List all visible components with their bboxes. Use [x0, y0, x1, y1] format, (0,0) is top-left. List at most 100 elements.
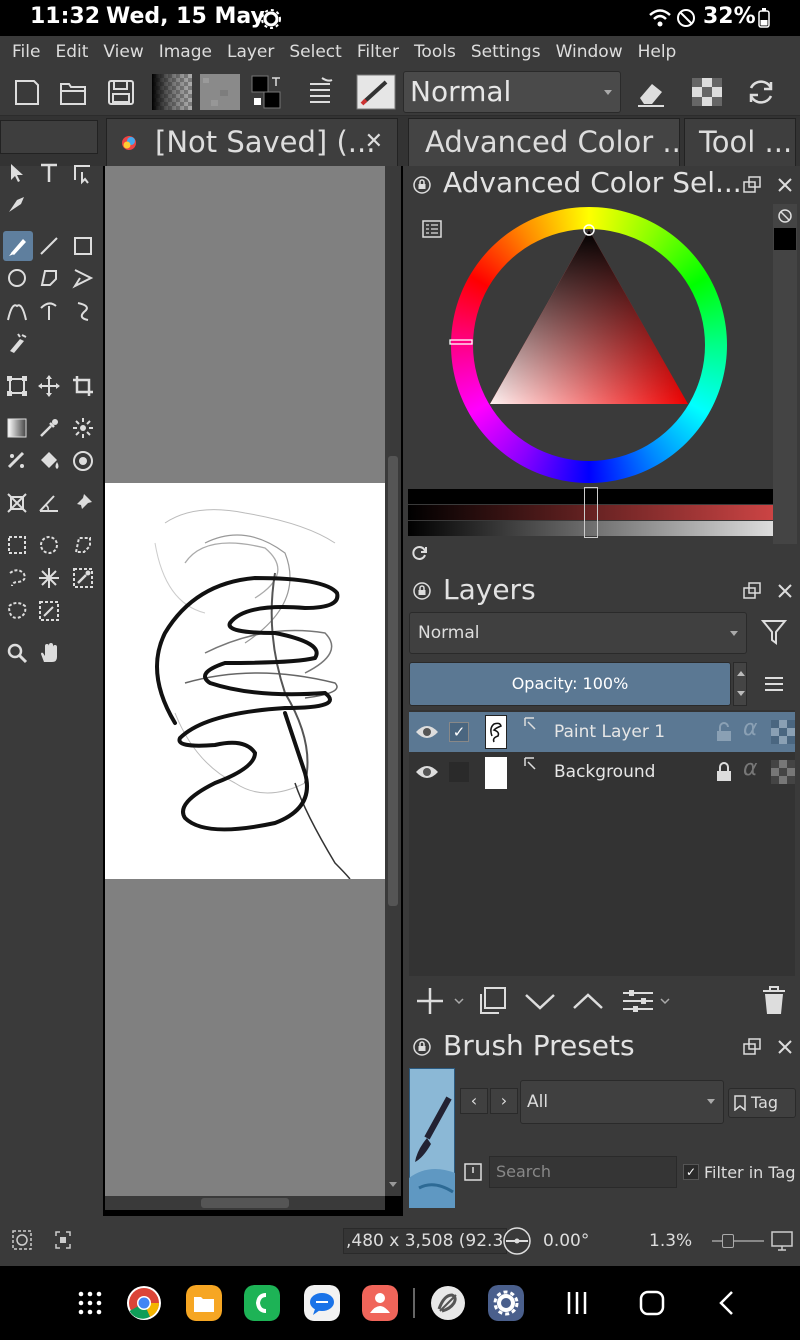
alpha-inherit-icon[interactable]: α — [743, 756, 758, 781]
select-shapes-tool-icon[interactable] — [4, 160, 30, 186]
close-docker-icon[interactable] — [774, 174, 796, 196]
calligraphy-tool-icon[interactable] — [4, 191, 30, 217]
menu-view[interactable]: View — [103, 42, 143, 62]
color-wheel[interactable] — [448, 204, 730, 486]
tag-button[interactable]: Tag — [728, 1088, 796, 1118]
save-icon[interactable] — [104, 74, 138, 110]
polygon-tool-icon[interactable] — [36, 265, 62, 291]
line-tool-icon[interactable] — [36, 233, 62, 259]
magnetic-selection-icon[interactable] — [36, 598, 62, 624]
tab-tool-options[interactable]: Tool ... — [684, 118, 796, 166]
gradient-preset-icon[interactable] — [152, 74, 192, 110]
transform-tool-icon[interactable] — [4, 373, 30, 399]
reference-images-tool-icon[interactable] — [70, 490, 96, 516]
move-tool-icon[interactable] — [36, 373, 62, 399]
float-docker-icon[interactable] — [741, 580, 763, 602]
filter-icon[interactable] — [761, 618, 787, 646]
brush-settings-icon[interactable] — [304, 74, 338, 110]
canvas-page[interactable] — [105, 483, 385, 879]
crop-tool-icon[interactable] — [70, 373, 96, 399]
recent-color-swatch[interactable] — [774, 228, 796, 250]
scroll-down-arrow[interactable] — [389, 1182, 397, 1187]
bezier-selection-icon[interactable] — [4, 598, 30, 624]
freehand-path-tool-icon[interactable] — [36, 298, 62, 324]
dynamic-brush-tool-icon[interactable] — [70, 298, 96, 324]
add-layer-icon[interactable] — [415, 986, 467, 1016]
menu-select[interactable]: Select — [289, 42, 341, 62]
tab-document[interactable]: [Not Saved] (... ✕ — [106, 118, 398, 166]
freehand-selection-icon[interactable] — [4, 565, 30, 591]
canvas-only-icon[interactable] — [54, 1230, 72, 1250]
spin-up-icon[interactable] — [737, 671, 745, 676]
colorize-mask-tool-icon[interactable] — [4, 448, 30, 474]
delete-layer-icon[interactable] — [759, 984, 789, 1016]
layer-checkbox[interactable] — [449, 762, 469, 782]
alpha-inherit-icon[interactable]: α — [743, 716, 758, 741]
menu-settings[interactable]: Settings — [471, 42, 541, 62]
docker-lock-icon[interactable] — [413, 176, 431, 194]
zoom-slider-handle[interactable] — [722, 1234, 734, 1248]
bezier-curve-tool-icon[interactable] — [4, 298, 30, 324]
menu-filter[interactable]: Filter — [357, 42, 399, 62]
previous-tag-button[interactable]: ‹ — [460, 1088, 488, 1114]
smart-patch-tool-icon[interactable] — [70, 415, 96, 441]
alpha-lock-icon[interactable] — [771, 760, 795, 784]
search-options-icon[interactable] — [463, 1162, 483, 1182]
filter-in-tag-checkbox[interactable]: ✓ — [683, 1164, 699, 1180]
layer-properties-icon[interactable] — [621, 986, 673, 1016]
messages-app-icon[interactable] — [304, 1285, 340, 1321]
new-document-icon[interactable] — [10, 74, 44, 110]
alpha-lock-icon[interactable] — [771, 720, 795, 744]
close-icon[interactable]: ✕ — [365, 119, 383, 165]
canvas-vertical-scrollbar[interactable] — [385, 166, 401, 1196]
menu-edit[interactable]: Edit — [55, 42, 88, 62]
rectangular-selection-icon[interactable] — [4, 532, 30, 558]
menu-image[interactable]: Image — [159, 42, 212, 62]
ellipse-tool-icon[interactable] — [4, 265, 30, 291]
image-size-readout[interactable]: ,480 x 3,508 (92.3 M — [343, 1228, 507, 1254]
blend-mode-dropdown[interactable]: Normal — [403, 71, 621, 113]
brush-preset-icon[interactable] — [356, 74, 396, 110]
refresh-icon[interactable] — [411, 544, 429, 562]
contiguous-selection-icon[interactable] — [36, 565, 62, 591]
menu-tools[interactable]: Tools — [414, 42, 456, 62]
measure-tool-icon[interactable] — [36, 490, 62, 516]
layer-checkbox[interactable]: ✓ — [449, 722, 469, 742]
rectangle-tool-icon[interactable] — [70, 233, 96, 259]
menu-window[interactable]: Window — [556, 42, 623, 62]
phone-app-icon[interactable] — [244, 1285, 280, 1321]
chrome-app-icon[interactable] — [126, 1285, 162, 1321]
zoom-tool-icon[interactable] — [4, 640, 30, 666]
opacity-spinner[interactable] — [733, 662, 747, 706]
krita-app-icon[interactable] — [430, 1285, 466, 1321]
open-document-icon[interactable] — [56, 74, 90, 110]
back-icon[interactable] — [717, 1290, 737, 1316]
pattern-preset-icon[interactable] — [200, 74, 240, 110]
eye-icon[interactable] — [415, 722, 439, 742]
layer-row[interactable]: Background α — [409, 752, 795, 792]
menu-help[interactable]: Help — [638, 42, 677, 62]
move-layer-up-icon[interactable] — [571, 986, 605, 1016]
eraser-icon[interactable] — [634, 74, 668, 110]
fit-to-view-icon[interactable] — [770, 1230, 794, 1252]
docker-lock-icon[interactable] — [413, 1038, 431, 1056]
contacts-app-icon[interactable] — [362, 1285, 398, 1321]
layer-row[interactable]: ✓ Paint Layer 1 α — [409, 712, 795, 752]
edit-shapes-tool-icon[interactable] — [70, 160, 96, 186]
scrollbar-thumb[interactable] — [388, 456, 398, 906]
close-docker-icon[interactable] — [774, 1036, 796, 1058]
lock-icon[interactable] — [715, 762, 733, 782]
close-docker-icon[interactable] — [774, 580, 796, 602]
slider-handle[interactable] — [584, 487, 598, 538]
selection-mode-icon[interactable] — [10, 1228, 34, 1252]
float-docker-icon[interactable] — [741, 174, 763, 196]
docker-lock-icon[interactable] — [413, 582, 431, 600]
layer-blend-mode-dropdown[interactable]: Normal — [409, 612, 747, 654]
next-tag-button[interactable]: › — [490, 1088, 518, 1114]
brush-search-input[interactable]: Search — [489, 1156, 677, 1188]
canvas-viewport[interactable] — [105, 166, 385, 1196]
home-icon[interactable] — [639, 1290, 665, 1316]
color-selector-settings-icon[interactable] — [422, 220, 442, 238]
tag-filter-dropdown[interactable]: All — [520, 1080, 724, 1124]
move-layer-down-icon[interactable] — [523, 986, 557, 1016]
